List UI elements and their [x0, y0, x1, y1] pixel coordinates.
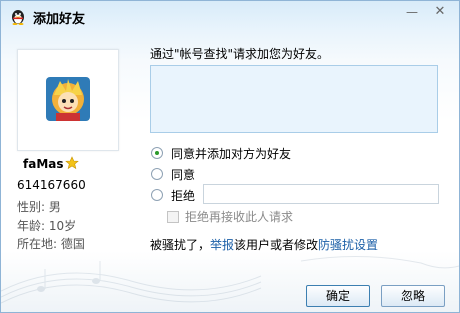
harassment-prefix: 被骚扰了， [150, 238, 211, 252]
block-requests-option[interactable]: 拒绝再接收此人请求 [167, 208, 293, 225]
ignore-button[interactable]: 忽略 [381, 285, 445, 307]
nickname: faMas [23, 157, 64, 171]
location-info: 所在地: 德国 [17, 237, 85, 251]
reject-reason-input[interactable] [203, 184, 439, 204]
harassment-middle: 该用户或者修改 [234, 238, 319, 252]
radio-button[interactable] [151, 168, 163, 180]
title-bar[interactable]: 添加好友 — ✕ [1, 1, 459, 31]
window-title: 添加好友 [33, 12, 86, 27]
add-friend-window: 添加好友 — ✕ faMas 614167660 性别: 男 年龄: 10岁 所… [0, 0, 460, 313]
request-message-box[interactable] [150, 65, 438, 133]
radio-accept-and-add[interactable]: 同意并添加对方为好友 [151, 145, 291, 161]
block-requests-label: 拒绝再接收此人请求 [185, 210, 294, 224]
harassment-notice: 被骚扰了，举报该用户或者修改防骚扰设置 [150, 236, 378, 253]
qq-penguin-icon [12, 10, 24, 25]
qq-number: 614167660 [17, 178, 86, 192]
ok-button[interactable]: 确定 [306, 285, 370, 307]
radio-label: 同意 [171, 167, 196, 182]
radio-button[interactable] [151, 189, 163, 201]
star-icon [65, 156, 79, 170]
avatar-frame [17, 49, 119, 151]
anti-harassment-settings-link[interactable]: 防骚扰设置 [318, 238, 378, 252]
radio-label: 拒绝 [171, 188, 196, 203]
radio-accept[interactable]: 同意 [151, 166, 195, 182]
radio-button[interactable] [151, 147, 163, 159]
age-info: 年龄: 10岁 [17, 219, 77, 233]
report-link[interactable]: 举报 [210, 238, 234, 252]
block-requests-checkbox[interactable] [167, 210, 179, 223]
close-button[interactable]: ✕ [429, 4, 451, 20]
radio-label: 同意并添加对方为好友 [171, 146, 292, 161]
radio-reject[interactable]: 拒绝 [151, 187, 195, 203]
request-prompt: 通过"帐号查找"请求加您为好友。 [150, 47, 330, 61]
gender-info: 性别: 男 [17, 200, 61, 214]
minimize-button[interactable]: — [401, 4, 423, 20]
avatar[interactable] [46, 77, 90, 121]
